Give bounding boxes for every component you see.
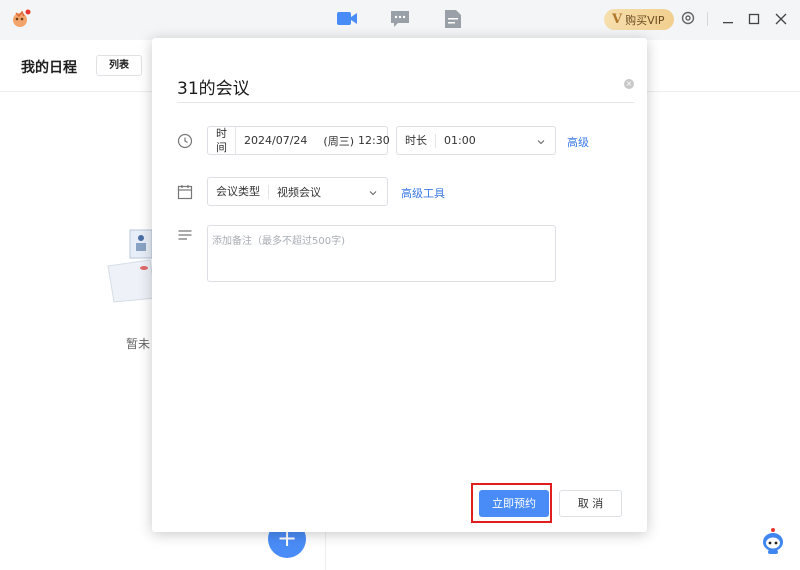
duration-value: 01:00 — [444, 134, 476, 147]
meeting-dialog: 31的会议 × 时间 2024/07/24 (周三) 12:30 时长 01:0… — [152, 38, 647, 532]
meeting-type-value: 视频会议 — [277, 185, 321, 199]
meeting-type-label: 会议类型 — [208, 184, 269, 199]
time-value[interactable]: 12:30 — [354, 134, 390, 147]
book-now-button[interactable]: 立即预约 — [479, 490, 549, 517]
meeting-type-select[interactable]: 会议类型 视频会议 — [207, 177, 388, 206]
advanced-link[interactable]: 高级 — [567, 134, 589, 150]
close-icon[interactable] — [772, 10, 790, 28]
title-bar: V 购买VIP — [0, 0, 800, 40]
minimize-icon[interactable] — [719, 10, 737, 28]
title-underline — [177, 102, 634, 103]
vip-label: 购买VIP — [625, 13, 665, 27]
meeting-title-input[interactable]: 31的会议 — [177, 74, 250, 99]
clock-icon — [177, 133, 193, 149]
duration-select[interactable]: 时长 01:00 — [396, 126, 556, 155]
assistant-robot-icon[interactable] — [760, 527, 786, 555]
buy-vip-button[interactable]: V 购买VIP — [604, 9, 674, 30]
remark-textarea[interactable]: 添加备注（最多不超过500字) — [207, 225, 556, 282]
notes-icon — [177, 228, 193, 244]
start-time-field[interactable]: 时间 2024/07/24 (周三) 12:30 — [207, 126, 390, 155]
tab-list[interactable]: 列表 — [97, 56, 141, 75]
app-logo-icon — [10, 8, 32, 30]
vip-v-icon: V — [612, 12, 623, 27]
maximize-icon[interactable] — [745, 10, 763, 28]
empty-state-text: 暂未 — [126, 337, 151, 351]
document-icon[interactable] — [442, 9, 464, 29]
clear-title-icon[interactable]: × — [624, 79, 634, 89]
chat-icon[interactable] — [389, 9, 411, 29]
date-value[interactable]: 2024/07/24 — [236, 134, 307, 147]
title-bar-divider — [707, 12, 708, 26]
remark-placeholder: 添加备注（最多不超过500字) — [212, 236, 345, 247]
weekday-value: (周三) — [323, 134, 354, 148]
chevron-down-icon — [537, 136, 545, 145]
time-label: 时间 — [208, 126, 236, 155]
calendar-icon — [177, 184, 193, 200]
settings-icon[interactable] — [679, 10, 697, 28]
advanced-tools-link[interactable]: 高级工具 — [401, 185, 445, 201]
cancel-button[interactable]: 取 消 — [559, 490, 622, 517]
chevron-down-icon — [369, 187, 377, 196]
view-toggle[interactable]: 列表 — [96, 55, 142, 76]
page-title: 我的日程 — [21, 60, 77, 76]
empty-state-illustration — [100, 228, 160, 308]
video-meeting-icon[interactable] — [336, 9, 358, 29]
duration-label: 时长 — [397, 133, 436, 148]
